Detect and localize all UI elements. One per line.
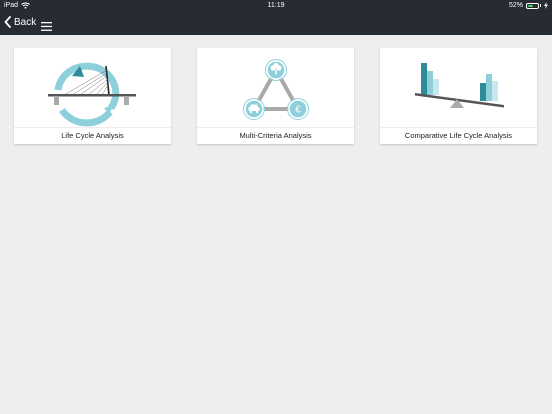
back-label: Back <box>14 16 37 28</box>
card-label: Multi-Criteria Analysis <box>197 127 354 144</box>
bridge-lifecycle-icon <box>48 62 136 127</box>
battery-icon <box>526 2 539 9</box>
navigation-bar: Back <box>0 12 552 35</box>
back-button[interactable]: Back <box>4 16 36 28</box>
triangle-criteria-icon: € <box>243 59 309 120</box>
chevron-left-icon <box>4 16 11 28</box>
battery-cap <box>540 4 541 7</box>
card-label: Comparative Life Cycle Analysis <box>380 127 537 144</box>
status-time: 11:19 <box>267 2 285 9</box>
hamburger-menu-icon <box>41 22 52 31</box>
card-label: Life Cycle Analysis <box>14 127 171 144</box>
multi-criteria-analysis-card[interactable]: € Multi-Criteria Analysis <box>197 48 354 144</box>
charging-icon <box>544 2 548 9</box>
seesaw-bars-icon <box>415 63 504 108</box>
svg-text:€: € <box>295 105 301 116</box>
battery-percent: 52% <box>508 2 523 9</box>
comparative-life-cycle-analysis-card[interactable]: Comparative Life Cycle Analysis <box>380 48 537 144</box>
menu-button[interactable] <box>41 18 52 36</box>
life-cycle-analysis-card[interactable]: Life Cycle Analysis <box>14 48 171 144</box>
battery-level-fill <box>528 4 533 7</box>
status-bar: iPad 11:19 52% <box>0 0 552 12</box>
